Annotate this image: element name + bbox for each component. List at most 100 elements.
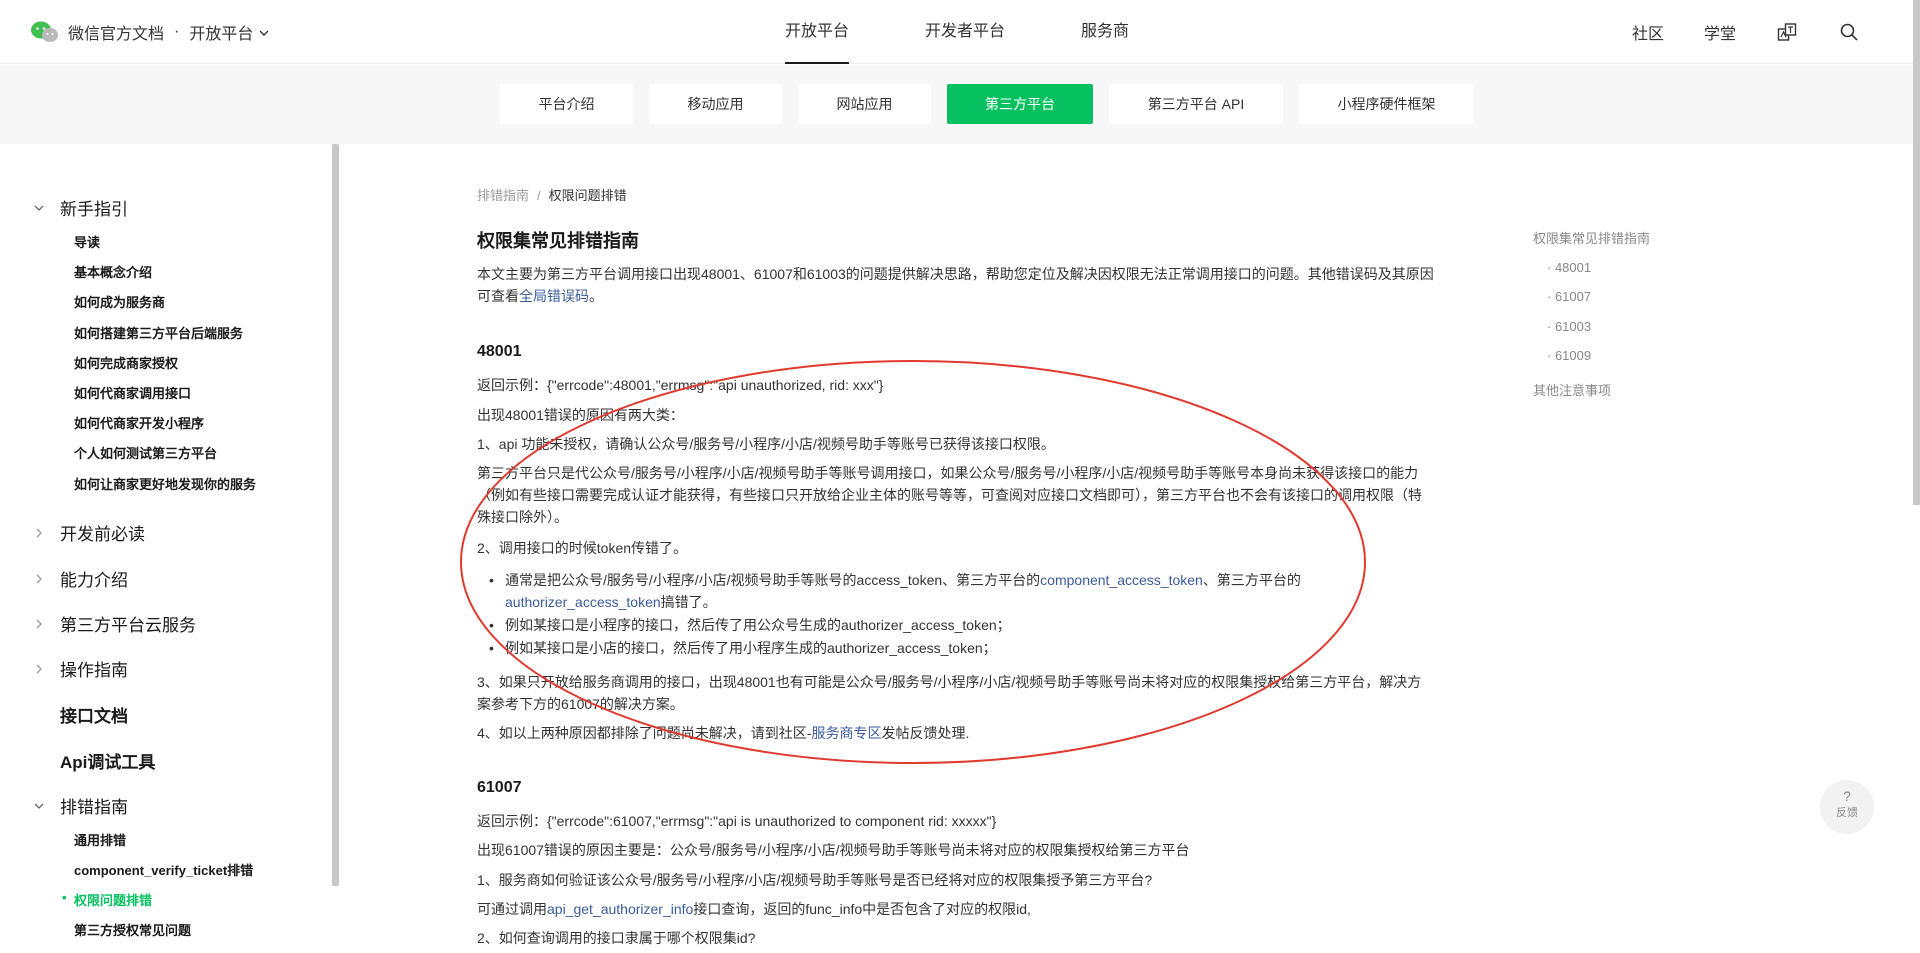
list-item: 通常是把公众号/服务号/小程序/小店/视频号助手等账号的access_token… <box>489 569 1335 613</box>
service-provider-zone-link[interactable]: 服务商专区 <box>811 725 881 741</box>
s1-reason-2: 2、调用接口的时候token传错了。 <box>477 540 688 556</box>
reason-4-text-end: 发帖反馈处理. <box>881 725 970 741</box>
s2-question-1: 1、服务商如何验证该公众号/服务号/小程序/小店/视频号助手等账号是否已经将对应… <box>477 872 1153 888</box>
list-item: 例如某接口是小程序的接口，然后传了用公众号生成的authorizer_acces… <box>489 614 1335 636</box>
bullet-text: 、第三方平台的 <box>1202 572 1301 588</box>
sidebar-section-label: 第三方平台云服务 <box>60 616 196 635</box>
tab-mobile-app[interactable]: 移动应用 <box>649 84 782 124</box>
toc-item-48001[interactable]: · 48001 <box>1547 260 1591 275</box>
s2-example: 返回示例：{"errcode":61007,"errmsg":"api is u… <box>477 813 997 829</box>
wechat-logo-icon <box>30 20 60 44</box>
toc-item-other-notes[interactable]: 其他注意事项 <box>1533 380 1611 399</box>
intro-paragraph: 本文主要为第三方平台调用接口出现48001、61007和61003的问题提供解决… <box>477 263 1435 307</box>
sidebar-item-verify-ticket[interactable]: component_verify_ticket排错 <box>74 860 253 879</box>
sidebar-item-become-provider[interactable]: 如何成为服务商 <box>74 292 165 311</box>
bullet-text: 通常是把公众号/服务号/小程序/小店/视频号助手等账号的access_token… <box>505 572 1041 588</box>
platform-switcher[interactable]: 开放平台 <box>189 20 269 44</box>
reason-4-text: 4、如以上两种原因都排除了问题尚未解决，请到社区- <box>477 725 812 741</box>
search-icon[interactable] <box>1838 21 1860 43</box>
toc-item-61003[interactable]: · 61003 <box>1547 319 1591 334</box>
section-61007-title: 61007 <box>477 779 522 796</box>
intro-text: 本文主要为第三方平台调用接口出现48001、61007和61003的问题提供解决… <box>477 266 1434 304</box>
nav-developer-platform[interactable]: 开发者平台 <box>925 0 1005 64</box>
chevron-down-icon <box>32 205 46 211</box>
sidebar-item-intro[interactable]: 导读 <box>74 232 100 251</box>
toc-item-61007[interactable]: · 61007 <box>1547 289 1591 304</box>
feedback-button[interactable]: ? 反馈 <box>1820 780 1874 834</box>
s1-reason-4: 4、如以上两种原因都排除了问题尚未解决，请到社区-服务商专区发帖反馈处理. <box>477 722 1435 744</box>
global-error-code-link[interactable]: 全局错误码 <box>519 288 589 304</box>
sidebar-item-personal-test[interactable]: 个人如何测试第三方平台 <box>74 443 217 462</box>
toc-item-title[interactable]: 权限集常见排错指南 <box>1533 228 1650 247</box>
section-48001-title: 48001 <box>477 343 522 360</box>
tab-platform-intro[interactable]: 平台介绍 <box>500 84 633 124</box>
platform-label: 开放平台 <box>189 26 254 43</box>
chevron-right-icon <box>32 619 46 629</box>
translate-icon[interactable] <box>1776 21 1798 43</box>
sidebar-section-before-dev[interactable]: 开发前必读 <box>32 520 145 545</box>
s1-example: 返回示例：{"errcode":48001,"errmsg":"api unau… <box>477 377 884 393</box>
sidebar-section-cloud[interactable]: 第三方平台云服务 <box>32 611 196 636</box>
sidebar-section-label: 开发前必读 <box>60 525 145 544</box>
s1-reason-3: 3、如果只开放给服务商调用的接口，出现48001也有可能是公众号/服务号/小程序… <box>477 674 1422 712</box>
answer-1-text: 可通过调用 <box>477 901 547 917</box>
sidebar-section-api-tool[interactable]: Api调试工具 <box>60 748 155 773</box>
sidebar-section-guide[interactable]: 新手指引 <box>32 195 128 220</box>
tab-hardware-framework[interactable]: 小程序硬件框架 <box>1299 84 1474 124</box>
list-item: 例如某接口是小店的接口，然后传了用小程序生成的authorizer_access… <box>489 637 1335 659</box>
top-nav: 开放平台 开发者平台 服务商 <box>785 0 1205 64</box>
page-title: 权限集常见排错指南 <box>477 231 639 251</box>
sidebar-item-develop-miniprogram[interactable]: 如何代商家开发小程序 <box>74 413 204 432</box>
sidebar-section-troubleshoot[interactable]: 排错指南 <box>32 793 128 818</box>
chevron-down-icon <box>259 23 269 41</box>
breadcrumb: 排错指南 / 权限问题排错 <box>477 185 627 204</box>
sidebar-item-auth-faq[interactable]: 第三方授权常见问题 <box>74 920 191 939</box>
answer-1-text-end: 接口查询，返回的func_info中是否包含了对应的权限id, <box>693 901 1031 917</box>
tab-third-party-platform[interactable]: 第三方平台 <box>947 84 1093 124</box>
feedback-label: 反馈 <box>1836 807 1858 819</box>
sidebar-item-call-api[interactable]: 如何代商家调用接口 <box>74 383 191 402</box>
sidebar-item-discover[interactable]: 如何让商家更好地发现你的服务 <box>74 474 256 493</box>
component-access-token-link[interactable]: component_access_token <box>1040 572 1203 588</box>
sidebar-section-label: 排错指南 <box>60 798 128 817</box>
api-get-authorizer-info-link[interactable]: api_get_authorizer_info <box>547 901 693 917</box>
s1-reason-1: 1、api 功能未授权，请确认公众号/服务号/小程序/小店/视频号助手等账号已获… <box>477 436 1055 452</box>
sidebar-item-concepts[interactable]: 基本概念介绍 <box>74 262 152 281</box>
sidebar-item-permission-troubleshoot[interactable]: 权限问题排错 <box>62 890 152 909</box>
breadcrumb-current: 权限问题排错 <box>548 188 627 203</box>
bullet-text: 搞错了。 <box>660 594 717 610</box>
s2-reason: 出现61007错误的原因主要是：公众号/服务号/小程序/小店/视频号助手等账号尚… <box>477 842 1190 858</box>
logo[interactable]: 微信官方文档 · 开放平台 <box>30 18 269 46</box>
intro-text-end: 。 <box>589 288 603 304</box>
logo-separator: · <box>174 23 180 40</box>
sidebar-item-authorize[interactable]: 如何完成商家授权 <box>74 353 178 372</box>
top-header: 微信官方文档 · 开放平台 开放平台 开发者平台 服务商 社区 学堂 <box>0 0 1920 64</box>
academy-link[interactable]: 学堂 <box>1704 20 1736 44</box>
sidebar-item-backend[interactable]: 如何搭建第三方平台后端服务 <box>74 323 243 342</box>
chevron-down-icon <box>32 803 46 809</box>
sidebar-section-ops[interactable]: 操作指南 <box>32 656 128 681</box>
question-icon: ? <box>1843 788 1851 804</box>
page-scrollbar[interactable] <box>1913 0 1920 505</box>
sidebar-scrollbar[interactable] <box>332 144 339 886</box>
authorizer-access-token-link[interactable]: authorizer_access_token <box>505 594 661 610</box>
toc-label: 48001 <box>1554 260 1592 275</box>
toc-label: 61009 <box>1554 348 1592 363</box>
toc-item-61009[interactable]: · 61009 <box>1547 348 1591 363</box>
community-link[interactable]: 社区 <box>1632 20 1664 44</box>
tab-website-app[interactable]: 网站应用 <box>798 84 931 124</box>
sidebar-section-label: 能力介绍 <box>60 571 128 590</box>
sidebar <box>0 144 340 953</box>
sub-tab-bar: 平台介绍 移动应用 网站应用 第三方平台 第三方平台 API 小程序硬件框架 <box>0 65 1920 144</box>
sidebar-item-general-troubleshoot[interactable]: 通用排错 <box>74 830 126 849</box>
tab-third-party-api[interactable]: 第三方平台 API <box>1109 84 1283 124</box>
chevron-right-icon <box>32 664 46 674</box>
sidebar-section-abilities[interactable]: 能力介绍 <box>32 566 128 591</box>
breadcrumb-separator: / <box>537 188 541 203</box>
s1-reasons: 出现48001错误的原因有两大类： <box>477 407 684 423</box>
nav-open-platform[interactable]: 开放平台 <box>785 0 850 64</box>
sidebar-section-api-docs[interactable]: 接口文档 <box>60 702 128 727</box>
breadcrumb-parent[interactable]: 排错指南 <box>477 188 529 203</box>
nav-service-provider[interactable]: 服务商 <box>1081 0 1129 64</box>
top-right-actions: 社区 学堂 <box>1592 0 1860 64</box>
